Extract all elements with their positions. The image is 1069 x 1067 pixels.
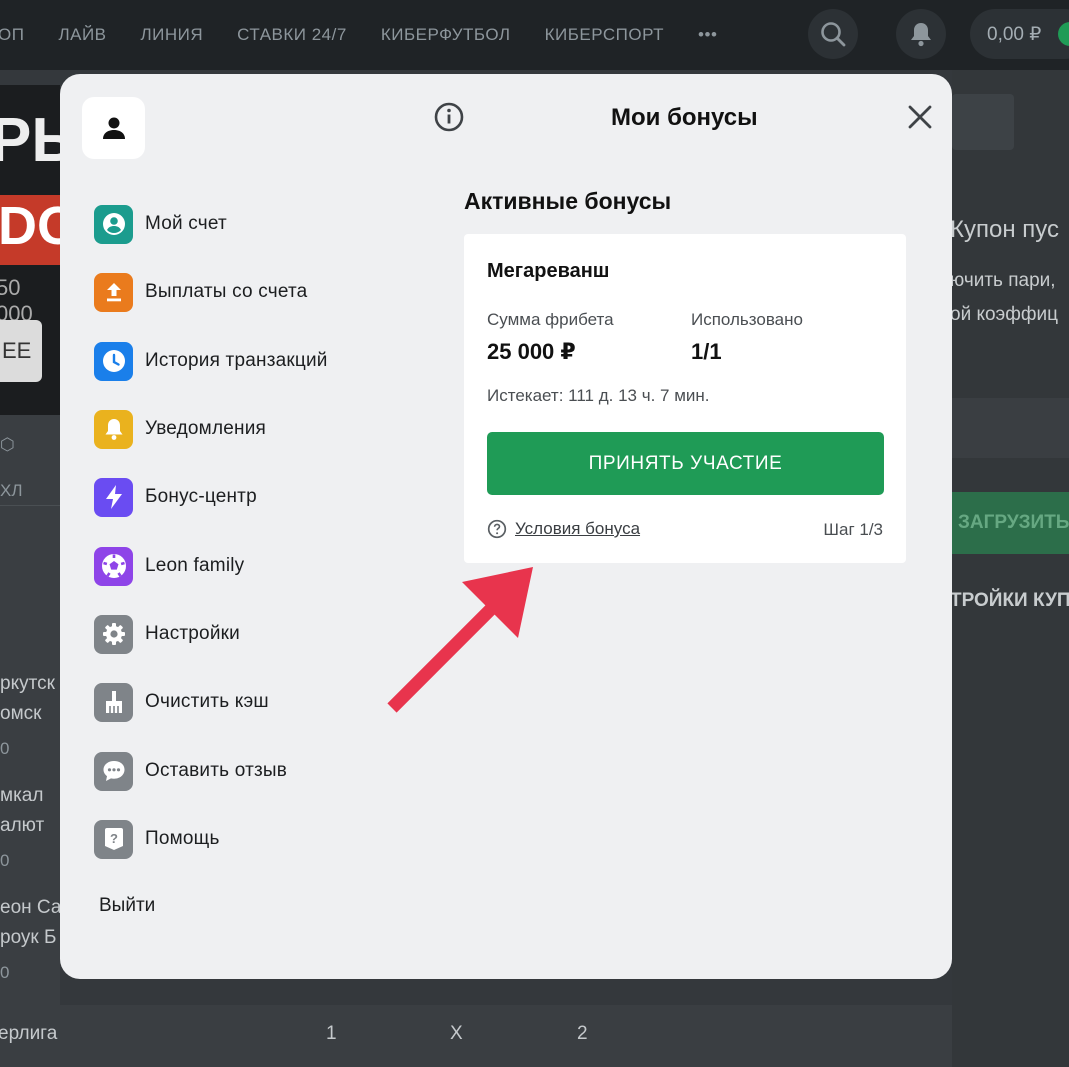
upload-coupon-button[interactable]: ЗАГРУЗИТЬ: [952, 492, 1069, 554]
league-row[interactable]: ерлига 1 X 2: [0, 1005, 952, 1067]
expiry-text: Истекает: 111 д. 13 ч. 7 мин.: [487, 386, 710, 405]
promo-banner[interactable]: РЫ DOT 50 000 EE: [0, 85, 60, 415]
event-team-b[interactable]: алют: [0, 815, 44, 837]
menu-item-my-account[interactable]: Мой счет: [94, 204, 394, 244]
event-score: 0: [0, 851, 10, 870]
menu-item-notifications[interactable]: Уведомления: [94, 409, 394, 449]
bonus-card: Мегареванш Сумма фрибета 25 000 ₽ Исполь…: [464, 234, 906, 563]
banner-button[interactable]: EE: [0, 320, 42, 382]
chat-icon: [94, 751, 133, 791]
menu-item-label: Уведомления: [145, 418, 266, 439]
coupon-empty-text-2: ой коэффиц: [950, 304, 1059, 325]
bonus-terms-text: Условия бонуса: [515, 519, 641, 538]
menu-item-label: Leon family: [145, 555, 245, 576]
bonus-name: Мегареванш: [487, 260, 610, 282]
my-bonuses-modal: Мой счет Выплаты со счета История транза…: [60, 74, 952, 979]
betslip-tab[interactable]: [952, 94, 1014, 150]
menu-item-leave-feedback[interactable]: Оставить отзыв: [94, 751, 394, 791]
betslip-row: [952, 398, 1069, 458]
participate-button[interactable]: ПРИНЯТЬ УЧАСТИЕ: [487, 432, 884, 495]
close-icon[interactable]: [906, 103, 934, 131]
menu-item-label: Мой счет: [145, 213, 227, 234]
search-button[interactable]: [808, 9, 858, 59]
menu-item-label: История транзакций: [145, 350, 328, 371]
divider: [0, 505, 60, 506]
coupon-empty-text-1: ючить пари,: [950, 270, 1056, 291]
logout-button[interactable]: Выйти: [99, 895, 155, 917]
freebet-amount-value: 25 000 ₽: [487, 339, 576, 364]
menu-item-label: Помощь: [145, 828, 220, 849]
betslip-panel: Купон пус ючить пари, ой коэффиц ЗАГРУЗИ…: [950, 70, 1069, 1067]
odds-header-x: X: [450, 1023, 463, 1044]
league-name: ерлига: [0, 1023, 58, 1044]
profile-avatar-button[interactable]: [82, 97, 145, 159]
coupon-empty-title: Купон пус: [950, 216, 1059, 243]
menu-item-clear-cache[interactable]: Очистить кэш: [94, 682, 394, 722]
odds-header-1: 1: [326, 1023, 337, 1044]
event-score: 0: [0, 963, 10, 982]
menu-item-help[interactable]: ? Помощь: [94, 819, 394, 859]
lightning-icon: [94, 477, 133, 517]
menu-item-label: Оставить отзыв: [145, 760, 288, 781]
top-navigation-bar: ОП ЛАЙВ ЛИНИЯ СТАВКИ 24/7 КИБЕРФУТБОЛ КИ…: [0, 0, 1069, 70]
nav-item-line[interactable]: ЛИНИЯ: [141, 25, 204, 45]
used-label: Использовано: [691, 310, 803, 329]
help-icon: ?: [94, 819, 133, 859]
events-list: ⬡ ХЛ ркутск омск 0 мкал алют 0 еон Са ро…: [0, 415, 61, 1067]
odds-header-2: 2: [577, 1023, 588, 1044]
info-icon[interactable]: [433, 101, 465, 133]
league-label: ⬡: [0, 435, 15, 454]
menu-item-label: Очистить кэш: [145, 691, 269, 712]
banner-highlight: DOT: [0, 195, 60, 265]
broom-icon: [94, 682, 133, 722]
event-team-a[interactable]: мкал: [0, 785, 43, 807]
balance-button[interactable]: 0,00 ₽: [970, 9, 1069, 59]
menu-item-leon-family[interactable]: Leon family: [94, 546, 394, 586]
bell-icon: [911, 23, 931, 47]
clock-icon: [94, 341, 133, 381]
menu-item-settings[interactable]: Настройки: [94, 614, 394, 654]
search-icon: [821, 22, 846, 47]
soccer-ball-icon: [94, 546, 133, 586]
coupon-settings-link[interactable]: ТРОЙКИ КУП: [950, 590, 1069, 612]
nav-item-bets-24-7[interactable]: СТАВКИ 24/7: [237, 25, 347, 45]
bell-icon: [94, 409, 133, 449]
notifications-button[interactable]: [896, 9, 946, 59]
event-team-b[interactable]: роук Б: [0, 927, 56, 949]
menu-item-label: Бонус-центр: [145, 486, 257, 507]
used-value: 1/1: [691, 339, 722, 364]
annotation-arrow: [387, 567, 533, 713]
nav-item-live[interactable]: ЛАЙВ: [58, 25, 106, 45]
league-short: ХЛ: [0, 481, 23, 500]
menu-item-label: Выплаты со счета: [145, 281, 308, 302]
more-menu-button[interactable]: •••: [698, 25, 717, 45]
active-bonuses-title: Активные бонусы: [464, 188, 672, 214]
event-team-a[interactable]: еон Са: [0, 897, 61, 919]
balance-value: 0,00 ₽: [987, 23, 1042, 45]
event-score: 0: [0, 739, 10, 758]
menu-item-label: Настройки: [145, 623, 240, 644]
modal-title: Мои бонусы: [611, 104, 758, 131]
menu-item-bonus-center[interactable]: Бонус-центр: [94, 477, 394, 517]
bonus-terms-link[interactable]: Условия бонуса: [487, 519, 640, 539]
user-icon: [102, 117, 125, 139]
nav-item-cyberfootball[interactable]: КИБЕРФУТБОЛ: [381, 25, 511, 45]
account-icon: [94, 204, 133, 244]
svg-text:?: ?: [110, 831, 118, 846]
gear-icon: [94, 614, 133, 654]
withdraw-icon: [94, 272, 133, 312]
event-team-a[interactable]: ркутск: [0, 673, 55, 695]
event-team-b[interactable]: омск: [0, 703, 41, 725]
banner-title: РЫ: [0, 106, 60, 175]
menu-item-withdrawals[interactable]: Выплаты со счета: [94, 272, 394, 312]
nav-item-esports[interactable]: КИБЕРСПОРТ: [545, 25, 664, 45]
deposit-plus-icon[interactable]: [1058, 22, 1069, 46]
freebet-amount-label: Сумма фрибета: [487, 310, 614, 329]
nav-item-promo[interactable]: ОП: [0, 25, 24, 45]
menu-item-transaction-history[interactable]: История транзакций: [94, 341, 394, 381]
step-indicator: Шаг 1/3: [823, 520, 883, 539]
question-circle-icon: [487, 519, 507, 539]
